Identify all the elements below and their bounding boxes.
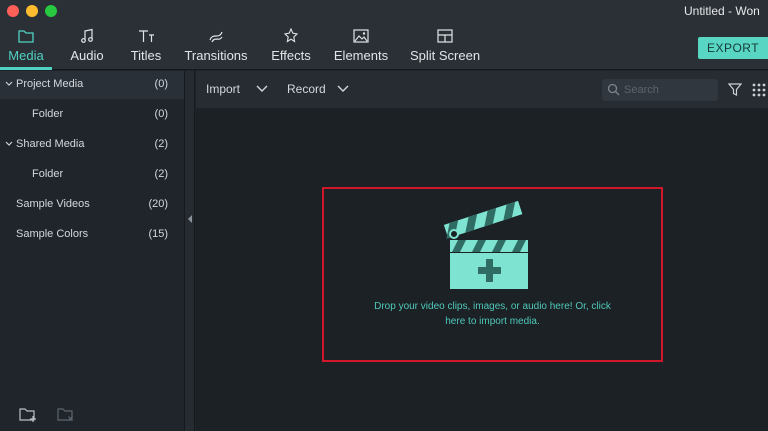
sidebar-item-shared-folder[interactable]: Folder (2) [0,161,184,189]
panel-splitter[interactable] [184,71,195,431]
import-label: Import [206,82,241,96]
collapse-arrow-icon[interactable] [188,215,193,223]
delete-folder-icon[interactable] [56,405,76,423]
drop-zone-text-line1: Drop your video clips, images, or audio … [374,301,611,312]
main-toolbar: Media Audio Titles Transitions Effects E… [0,22,768,70]
search-box[interactable] [602,79,718,101]
sidebar-item-label: Folder [32,168,64,180]
tab-audio[interactable]: Audio [62,22,112,70]
titles-icon [139,30,154,42]
search-input[interactable] [624,82,712,98]
sidebar-item-sample-colors[interactable]: Sample Colors (15) [0,221,184,249]
search-icon [607,83,620,96]
filter-icon[interactable] [728,83,742,96]
minimize-window-button[interactable] [26,5,38,17]
sidebar-item-label: Project Media [16,78,84,90]
tab-titles[interactable]: Titles [126,22,166,70]
window-title: Untitled - Won [684,4,760,18]
sidebar-item-count: (2) [154,168,168,180]
grid-view-icon[interactable] [752,83,766,97]
tab-transitions[interactable]: Transitions [180,22,252,70]
sidebar-item-shared-media[interactable]: Shared Media (2) [0,131,184,159]
chevron-down-icon [256,85,268,92]
chevron-down-icon [337,85,349,92]
sidebar-item-label: Sample Videos [16,198,90,210]
sidebar-item-count: (0) [154,78,168,90]
import-dropdown[interactable]: Import [206,82,268,96]
clapperboard-add-icon [444,200,528,289]
music-note-icon [81,28,93,43]
tab-elements-label: Elements [333,48,389,63]
tab-split-screen-label: Split Screen [409,48,481,63]
sidebar-item-count: (2) [154,138,168,150]
sidebar-item-label: Folder [32,108,64,120]
sidebar-item-project-media[interactable]: Project Media (0) [0,71,184,99]
drop-zone-instructions[interactable]: Drop your video clips, images, or audio … [334,299,651,329]
split-screen-icon [437,29,453,43]
chevron-down-icon[interactable] [5,140,13,148]
drop-zone-text-line2: here to import media. [445,316,540,327]
tab-elements[interactable]: Elements [330,22,392,70]
tab-split-screen[interactable]: Split Screen [406,22,484,70]
sidebar-item-count: (15) [148,228,168,240]
tab-effects-label: Effects [271,48,311,63]
zoom-window-button[interactable] [45,5,57,17]
tab-effects[interactable]: Effects [266,22,316,70]
sidebar-item-sample-videos[interactable]: Sample Videos (20) [0,191,184,219]
title-bar: Untitled - Won [0,0,768,22]
new-folder-icon[interactable] [18,405,38,423]
folder-icon [18,30,34,43]
sidebar-item-label: Shared Media [16,138,85,150]
media-panel: Import Record Search Drop your video cli… [196,71,768,431]
sidebar-item-count: (20) [148,198,168,210]
image-icon [353,29,369,43]
record-label: Record [287,82,326,96]
transitions-icon [209,31,223,43]
tab-transitions-label: Transitions [184,48,248,63]
sidebar-item-count: (0) [154,108,168,120]
sidebar-item-label: Sample Colors [16,228,89,240]
tab-titles-label: Titles [130,48,162,63]
chevron-down-icon[interactable] [5,80,13,88]
sidebar-item-project-folder[interactable]: Folder (0) [0,101,184,129]
tab-media[interactable]: Media [0,22,52,70]
media-drop-zone[interactable]: Drop your video clips, images, or audio … [322,187,663,362]
media-library-sidebar: Project Media (0) Folder (0) Shared Medi… [0,71,184,431]
close-window-button[interactable] [7,5,19,17]
export-button[interactable]: EXPORT [698,37,768,59]
tab-audio-label: Audio [70,48,104,63]
record-dropdown[interactable]: Record [287,82,349,96]
effects-icon [283,28,299,43]
media-toolbar: Import Record [196,71,768,108]
tab-media-label: Media [8,48,44,63]
